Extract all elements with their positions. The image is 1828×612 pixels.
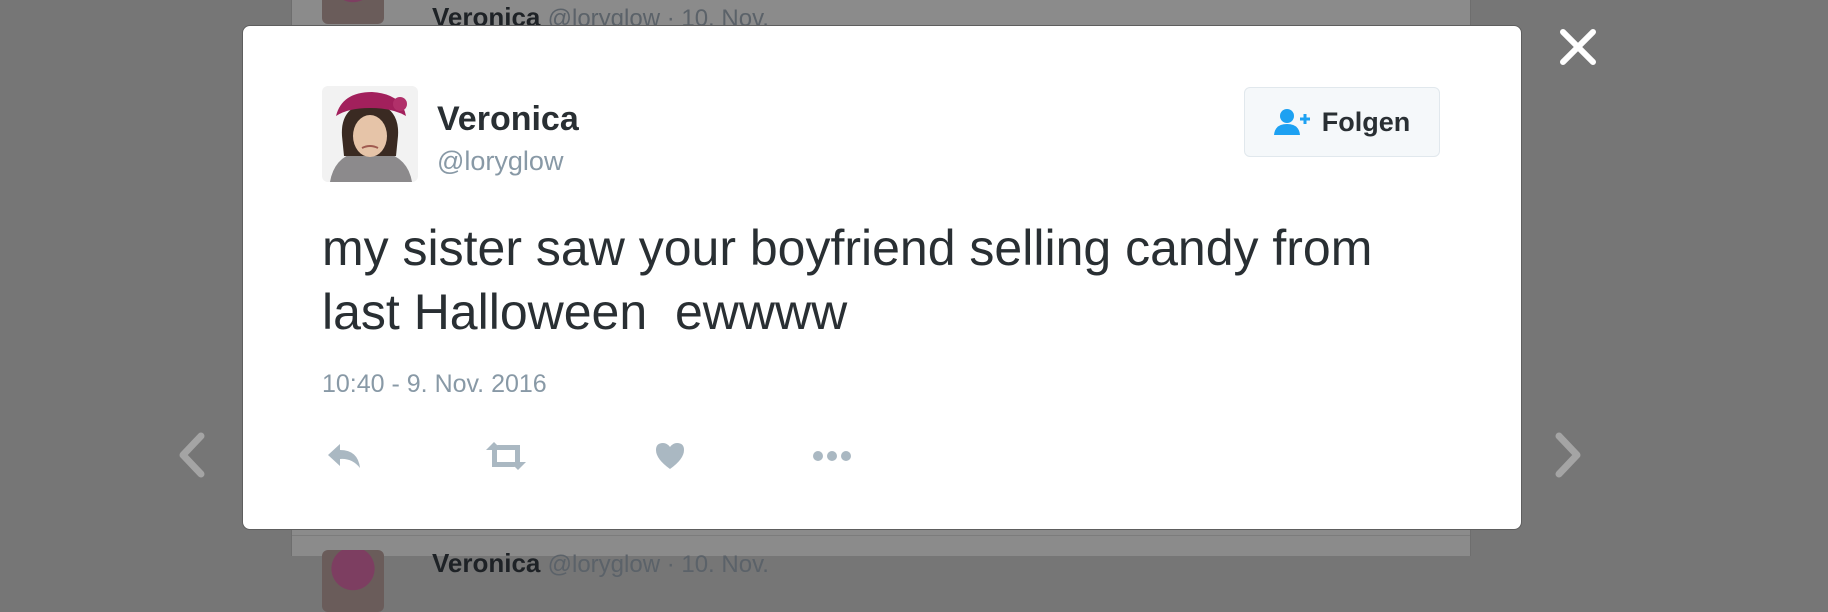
retweet-icon: [486, 442, 526, 470]
more-button[interactable]: [810, 436, 854, 476]
background-author: Veronica @loryglow · 10. Nov.: [432, 548, 769, 579]
background-avatar: [322, 0, 384, 24]
previous-button[interactable]: [175, 432, 209, 478]
add-user-icon: [1273, 109, 1310, 135]
close-icon: [1560, 29, 1596, 65]
chevron-left-icon: [179, 432, 205, 478]
follow-button[interactable]: Folgen: [1244, 87, 1440, 157]
heart-icon: [656, 443, 684, 469]
author-handle[interactable]: @loryglow: [437, 146, 563, 177]
reply-icon: [328, 444, 360, 468]
avatar-image: [322, 86, 418, 182]
reply-button[interactable]: [322, 436, 366, 476]
tweet-text: my sister saw your boyfriend selling can…: [322, 220, 1387, 340]
retweet-button[interactable]: [484, 436, 528, 476]
tweet-timestamp[interactable]: 10:40 - 9. Nov. 2016: [322, 370, 547, 399]
close-button[interactable]: [1557, 26, 1599, 68]
more-dots-icon: [813, 451, 851, 461]
follow-label: Folgen: [1321, 106, 1411, 137]
tweet-modal: Veronica @loryglow Folgen my sister saw …: [242, 25, 1522, 530]
background-avatar: [322, 550, 384, 612]
chevron-right-icon: [1555, 432, 1581, 478]
like-button[interactable]: [648, 436, 692, 476]
avatar[interactable]: [322, 86, 418, 182]
background-author-name: Veronica: [432, 548, 541, 578]
background-author-meta: @loryglow · 10. Nov.: [547, 551, 769, 578]
next-button[interactable]: [1551, 432, 1585, 478]
author-name[interactable]: Veronica: [437, 100, 579, 139]
